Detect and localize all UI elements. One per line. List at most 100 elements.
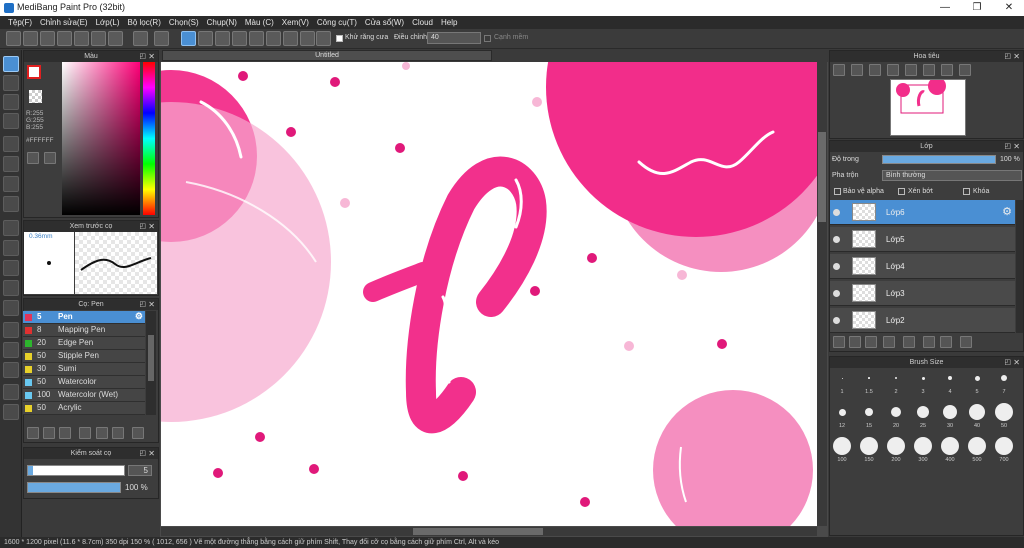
brush-size-input[interactable]: 5	[128, 465, 152, 476]
dock-icon[interactable]: ◰	[1004, 141, 1011, 152]
brush-size-cell[interactable]: 150	[858, 437, 880, 463]
menu-select[interactable]: Chọn(S)	[165, 16, 203, 29]
hue-slider[interactable]	[143, 62, 155, 215]
redo-icon[interactable]	[154, 31, 169, 46]
canvas-horizontal-scrollbar[interactable]	[161, 527, 817, 536]
maximize-icon[interactable]: ❐	[962, 0, 992, 16]
flip-icon[interactable]	[923, 64, 935, 76]
brush-list-scrollbar[interactable]	[146, 311, 156, 415]
gradient-tool-icon[interactable]	[3, 196, 19, 212]
menu-cloud[interactable]: Cloud	[408, 16, 437, 29]
visibility-eye-icon[interactable]	[833, 317, 840, 324]
menu-window[interactable]: Cửa sổ(W)	[361, 16, 408, 29]
transparent-swatch-icon[interactable]	[29, 90, 42, 103]
clipping-checkbox[interactable]	[898, 188, 905, 195]
crisscross-snap-icon[interactable]	[215, 31, 230, 46]
document-icon[interactable]	[74, 31, 89, 46]
brush-item-mapping-pen[interactable]: 8 Mapping Pen	[23, 324, 145, 337]
adjust-select[interactable]: 40	[427, 32, 481, 44]
layer-row-3[interactable]: Lớp3	[830, 281, 1015, 306]
brush-list-scroll-thumb[interactable]	[148, 335, 154, 381]
menu-view[interactable]: Xem(V)	[278, 16, 313, 29]
layer-opacity-slider[interactable]	[882, 155, 996, 164]
menu-edit[interactable]: Chỉnh sửa(E)	[36, 16, 92, 29]
vanishing-point-icon[interactable]	[232, 31, 247, 46]
dock-icon[interactable]: ◰	[139, 448, 146, 459]
close-icon[interactable]: ✕	[148, 51, 155, 62]
brush-size-cell[interactable]: 4	[939, 369, 961, 395]
brush-size-cell[interactable]: 400	[939, 437, 961, 463]
dock-icon[interactable]: ◰	[1004, 357, 1011, 368]
dot-tool-icon[interactable]	[3, 113, 19, 129]
duplicate-icon[interactable]	[112, 427, 124, 439]
new-brush-icon[interactable]	[43, 427, 55, 439]
curve-snap-icon[interactable]	[283, 31, 298, 46]
visibility-eye-icon[interactable]	[833, 236, 840, 243]
magic-wand-icon[interactable]	[3, 260, 19, 276]
menu-snap[interactable]: Chụp(N)	[203, 16, 241, 29]
menu-tools[interactable]: Công cụ(T)	[313, 16, 361, 29]
brush-size-slider[interactable]	[27, 465, 125, 476]
select-pen-icon[interactable]	[3, 280, 19, 296]
brush-size-cell[interactable]: 1.5	[858, 369, 880, 395]
visibility-eye-icon[interactable]	[833, 290, 840, 297]
layer-menu-icon[interactable]	[883, 336, 895, 348]
brush-item-acrylic[interactable]: 50 Acrylic	[23, 402, 145, 415]
color-picker-icon[interactable]	[44, 152, 56, 164]
radial-snap-icon[interactable]	[249, 31, 264, 46]
dock-icon[interactable]: ◰	[1004, 51, 1011, 62]
settings-gear-icon[interactable]	[316, 31, 331, 46]
eraser-tool-icon[interactable]	[3, 75, 19, 91]
blend-mode-select[interactable]: Bình thường	[882, 170, 1022, 181]
select-tool-icon[interactable]	[3, 220, 19, 236]
layer-row-4[interactable]: Lớp4	[830, 254, 1015, 279]
saturation-value-picker[interactable]	[62, 62, 140, 215]
menu-layer[interactable]: Lớp(L)	[92, 16, 124, 29]
brush-size-cell[interactable]: 40	[966, 403, 988, 429]
brush-item-sumi[interactable]: 30 Sumi	[23, 363, 145, 376]
eyedropper-tool-icon[interactable]	[3, 362, 19, 378]
brush-size-cell[interactable]: 500	[966, 437, 988, 463]
zoom-out-icon[interactable]	[833, 64, 845, 76]
horizontal-scroll-thumb[interactable]	[413, 528, 543, 535]
visibility-eye-icon[interactable]	[833, 209, 840, 216]
vertical-scroll-thumb[interactable]	[818, 132, 826, 222]
smooth-checkbox[interactable]	[484, 35, 491, 42]
dock-icon[interactable]: ◰	[139, 51, 146, 62]
actual-size-icon[interactable]	[887, 64, 899, 76]
brush-opacity-slider[interactable]	[27, 482, 121, 493]
comment-icon[interactable]	[57, 31, 72, 46]
new-file-icon[interactable]	[40, 31, 55, 46]
circle-snap-icon[interactable]	[266, 31, 281, 46]
rotate-left-icon[interactable]	[905, 64, 917, 76]
rectangle-tool-icon[interactable]	[3, 94, 19, 110]
brush-size-cell[interactable]: 2	[885, 369, 907, 395]
new-halftone-layer-icon[interactable]	[849, 336, 861, 348]
close-icon[interactable]: ✕	[148, 448, 155, 459]
close-icon[interactable]: ✕	[1013, 51, 1020, 62]
move-tool-icon[interactable]	[3, 136, 19, 152]
brush-size-cell[interactable]: 200	[885, 437, 907, 463]
layer-row-5[interactable]: Lớp5	[830, 227, 1015, 252]
bucket-tool-icon[interactable]	[3, 176, 19, 192]
gear-icon[interactable]: ⚙	[1002, 205, 1012, 218]
new-layer-icon[interactable]	[833, 336, 845, 348]
brush-item-watercolor-wet[interactable]: 100 Watercolor (Wet)	[23, 389, 145, 402]
palette-icon[interactable]	[27, 152, 39, 164]
perspective-icon[interactable]	[300, 31, 315, 46]
navigator-thumbnail[interactable]	[890, 77, 966, 136]
rotate-right-icon[interactable]	[941, 64, 953, 76]
brush-size-cell[interactable]: 50	[993, 403, 1015, 429]
save-icon[interactable]	[108, 31, 123, 46]
close-icon[interactable]: ✕	[1013, 141, 1020, 152]
add-brush-icon[interactable]	[27, 427, 39, 439]
snap-off-icon[interactable]	[181, 31, 196, 46]
fill-rect-tool-icon[interactable]	[3, 156, 19, 172]
minimize-icon[interactable]: —	[930, 0, 960, 16]
brush-item-edge-pen[interactable]: 20 Edge Pen	[23, 337, 145, 350]
canvas-vertical-scrollbar[interactable]	[817, 62, 827, 526]
divide-tool-icon[interactable]	[3, 342, 19, 358]
folder-icon[interactable]	[96, 427, 108, 439]
layer-scrollbar[interactable]	[1016, 200, 1023, 333]
foreground-color-swatch[interactable]	[27, 65, 41, 79]
